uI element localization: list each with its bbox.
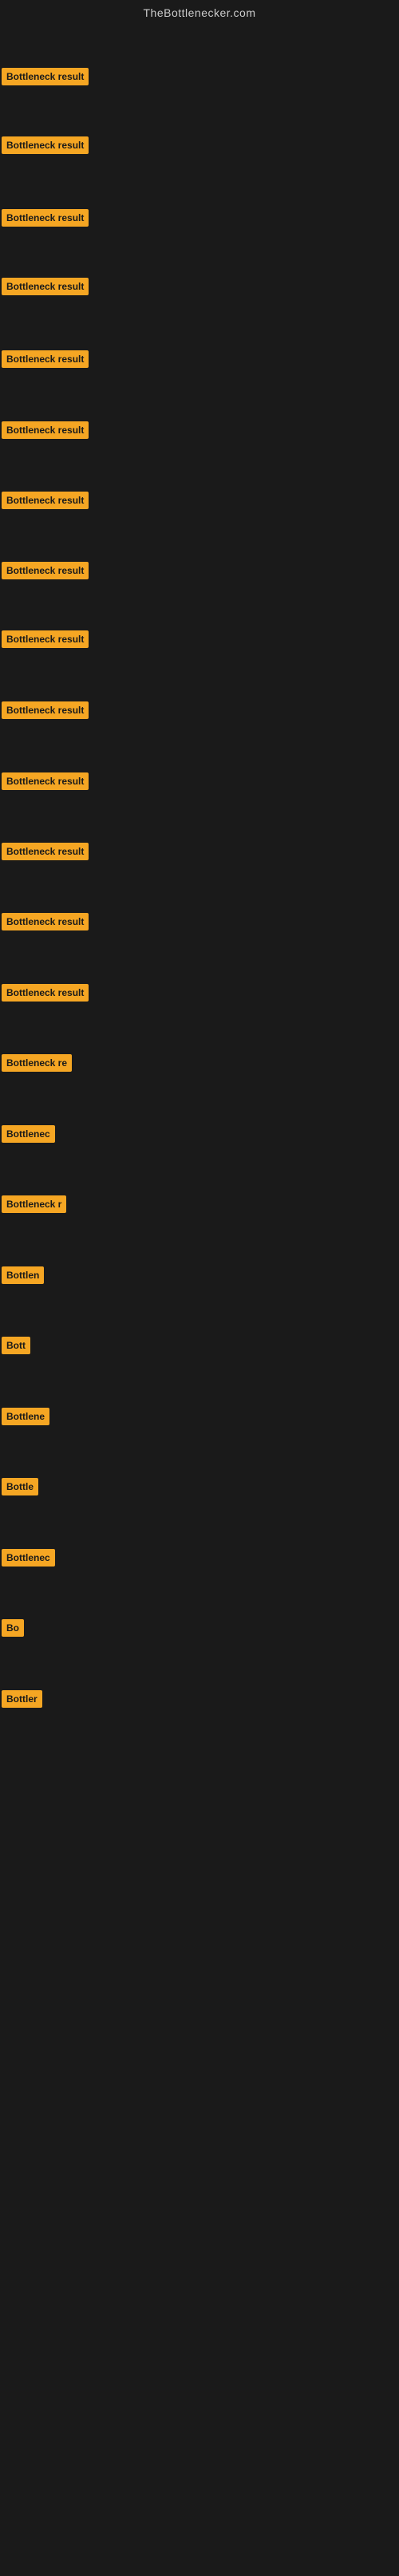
bottleneck-badge-13[interactable]: Bottleneck result (2, 913, 89, 930)
bottleneck-item-20[interactable]: Bottlene (2, 1408, 49, 1425)
bottleneck-badge-16[interactable]: Bottlenec (2, 1125, 55, 1143)
bottleneck-item-10[interactable]: Bottleneck result (2, 701, 89, 719)
bottleneck-badge-6[interactable]: Bottleneck result (2, 421, 89, 439)
bottleneck-item-22[interactable]: Bottlenec (2, 1549, 55, 1567)
bottleneck-item-17[interactable]: Bottleneck r (2, 1195, 66, 1213)
bottleneck-item-18[interactable]: Bottlen (2, 1266, 44, 1284)
bottleneck-item-15[interactable]: Bottleneck re (2, 1054, 72, 1072)
bottleneck-badge-19[interactable]: Bott (2, 1337, 30, 1354)
bottleneck-item-23[interactable]: Bo (2, 1619, 24, 1637)
bottleneck-badge-14[interactable]: Bottleneck result (2, 984, 89, 1002)
bottleneck-badge-24[interactable]: Bottler (2, 1690, 42, 1708)
bottleneck-badge-2[interactable]: Bottleneck result (2, 136, 89, 154)
bottleneck-badge-3[interactable]: Bottleneck result (2, 209, 89, 227)
bottleneck-badge-17[interactable]: Bottleneck r (2, 1195, 66, 1213)
bottleneck-item-7[interactable]: Bottleneck result (2, 492, 89, 509)
bottleneck-item-14[interactable]: Bottleneck result (2, 984, 89, 1002)
bottleneck-item-19[interactable]: Bott (2, 1337, 30, 1354)
bottleneck-badge-4[interactable]: Bottleneck result (2, 278, 89, 295)
bottleneck-badge-18[interactable]: Bottlen (2, 1266, 44, 1284)
bottleneck-item-3[interactable]: Bottleneck result (2, 209, 89, 227)
bottleneck-item-8[interactable]: Bottleneck result (2, 562, 89, 579)
site-title: TheBottlenecker.com (0, 0, 399, 22)
bottleneck-badge-20[interactable]: Bottlene (2, 1408, 49, 1425)
bottleneck-badge-23[interactable]: Bo (2, 1619, 24, 1637)
bottleneck-item-12[interactable]: Bottleneck result (2, 843, 89, 860)
bottleneck-badge-12[interactable]: Bottleneck result (2, 843, 89, 860)
bottleneck-item-16[interactable]: Bottlenec (2, 1125, 55, 1143)
bottleneck-badge-9[interactable]: Bottleneck result (2, 630, 89, 648)
bottleneck-item-5[interactable]: Bottleneck result (2, 350, 89, 368)
bottleneck-item-21[interactable]: Bottle (2, 1478, 38, 1495)
bottleneck-item-4[interactable]: Bottleneck result (2, 278, 89, 295)
bottleneck-badge-11[interactable]: Bottleneck result (2, 772, 89, 790)
bottleneck-badge-7[interactable]: Bottleneck result (2, 492, 89, 509)
bottleneck-item-13[interactable]: Bottleneck result (2, 913, 89, 930)
bottleneck-item-9[interactable]: Bottleneck result (2, 630, 89, 648)
bottleneck-badge-8[interactable]: Bottleneck result (2, 562, 89, 579)
bottleneck-badge-22[interactable]: Bottlenec (2, 1549, 55, 1567)
bottleneck-item-1[interactable]: Bottleneck result (2, 68, 89, 85)
bottleneck-badge-15[interactable]: Bottleneck re (2, 1054, 72, 1072)
bottleneck-badge-21[interactable]: Bottle (2, 1478, 38, 1495)
bottleneck-badge-10[interactable]: Bottleneck result (2, 701, 89, 719)
bottleneck-item-6[interactable]: Bottleneck result (2, 421, 89, 439)
bottleneck-badge-5[interactable]: Bottleneck result (2, 350, 89, 368)
bottleneck-item-2[interactable]: Bottleneck result (2, 136, 89, 154)
bottleneck-item-11[interactable]: Bottleneck result (2, 772, 89, 790)
bottleneck-item-24[interactable]: Bottler (2, 1690, 42, 1708)
bottleneck-badge-1[interactable]: Bottleneck result (2, 68, 89, 85)
